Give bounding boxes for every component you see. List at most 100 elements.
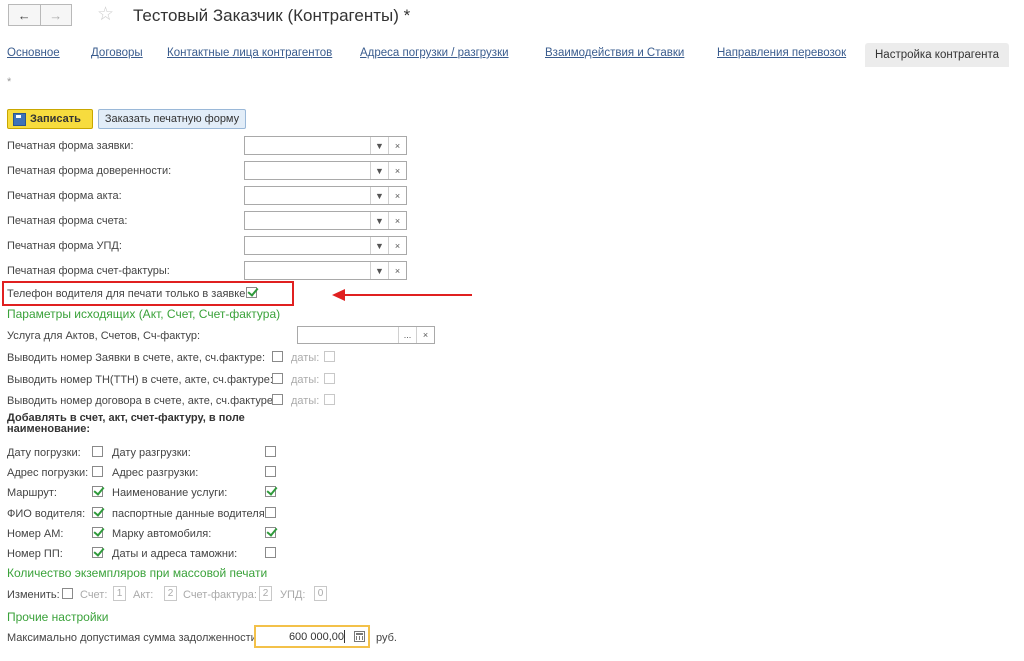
add-driver-name-label: ФИО водителя: [7, 508, 86, 520]
add-unloading-address-checkbox[interactable] [265, 466, 276, 477]
tab-interactions[interactable]: Взаимодействия и Ставки [545, 47, 684, 59]
max-debt-field[interactable]: 600 000,00 [254, 625, 370, 648]
copies-sf-field[interactable]: 2 [259, 586, 272, 601]
outgoing-request-date-checkbox[interactable] [324, 351, 335, 362]
add-unloading-address-label: Адрес разгрузки: [112, 467, 199, 479]
outgoing-waybill-date-label: даты: [291, 374, 320, 386]
nav-buttons: ← → [8, 4, 72, 26]
chevron-down-icon[interactable]: ▼ [370, 237, 388, 254]
service-field[interactable]: ... × [297, 326, 435, 344]
add-loading-date-label: Дату погрузки: [7, 447, 81, 459]
text-cursor [344, 630, 345, 643]
add-vehicle-brand-label: Марку автомобиля: [112, 528, 212, 540]
tab-contacts[interactable]: Контактные лица контрагентов [167, 47, 332, 59]
clear-icon[interactable]: × [388, 212, 406, 229]
add-service-name-checkbox[interactable] [265, 486, 276, 497]
chevron-down-icon[interactable]: ▼ [370, 162, 388, 179]
add-vehicle-number-checkbox[interactable] [92, 527, 103, 538]
add-unloading-date-label: Дату разгрузки: [112, 447, 191, 459]
outgoing-waybill-number-checkbox[interactable] [272, 373, 283, 384]
print-form-invoice-label: Печатная форма счета: [7, 215, 128, 227]
copies-act-field[interactable]: 2 [164, 586, 177, 601]
chevron-down-icon[interactable]: ▼ [370, 212, 388, 229]
order-print-form-button[interactable]: Заказать печатную форму [98, 109, 246, 129]
save-button-label: Записать [30, 113, 81, 125]
print-form-act-field[interactable]: ▼ × [244, 186, 407, 205]
add-vehicle-brand-checkbox[interactable] [265, 527, 276, 538]
copies-upd-label: УПД: [280, 589, 306, 601]
add-driver-name-checkbox[interactable] [92, 507, 103, 518]
outgoing-contract-number-label: Выводить номер договора в счете, акте, с… [7, 395, 277, 407]
copies-invoice-field[interactable]: 1 [113, 586, 126, 601]
add-customs-label: Даты и адреса таможни: [112, 548, 238, 560]
print-form-request-field[interactable]: ▼ × [244, 136, 407, 155]
outgoing-waybill-date-checkbox[interactable] [324, 373, 335, 384]
clear-icon[interactable]: × [388, 137, 406, 154]
copies-upd-field[interactable]: 0 [314, 586, 327, 601]
arrow-left-icon [332, 289, 345, 301]
other-section-title: Прочие настройки [7, 610, 109, 624]
add-route-label: Маршрут: [7, 487, 57, 499]
chevron-down-icon[interactable]: ▼ [370, 262, 388, 279]
clear-icon[interactable]: × [416, 327, 434, 343]
outgoing-request-date-label: даты: [291, 352, 320, 364]
copies-section-title: Количество экземпляров при массовой печа… [7, 566, 268, 580]
print-form-upd-label: Печатная форма УПД: [7, 240, 122, 252]
tab-counterparty-settings[interactable]: Настройка контрагента [865, 43, 1009, 67]
select-dots-icon[interactable]: ... [398, 327, 416, 343]
forward-arrow-icon[interactable]: → [40, 4, 72, 26]
print-form-act-label: Печатная форма акта: [7, 190, 122, 202]
tab-addresses[interactable]: Адреса погрузки / разгрузки [360, 47, 509, 59]
save-button[interactable]: Записать [7, 109, 93, 129]
add-loading-date-checkbox[interactable] [92, 446, 103, 457]
add-customs-checkbox[interactable] [265, 547, 276, 558]
clear-icon[interactable]: × [388, 162, 406, 179]
print-form-invoice-factura-field[interactable]: ▼ × [244, 261, 407, 280]
add-payment-order-checkbox[interactable] [92, 547, 103, 558]
tab-bar: Основное Договоры Контактные лица контра… [0, 43, 1024, 67]
max-debt-label: Максимально допустимая сумма задолженнос… [7, 632, 260, 644]
tab-main[interactable]: Основное [7, 47, 60, 59]
copies-change-checkbox[interactable] [62, 588, 73, 599]
print-form-request-label: Печатная форма заявки: [7, 140, 134, 152]
favorite-star-icon[interactable]: ☆ [97, 5, 114, 25]
print-form-power-of-attorney-label: Печатная форма доверенности: [7, 165, 172, 177]
service-label: Услуга для Актов, Счетов, Сч-фактур: [7, 330, 201, 342]
add-to-title-line2: наименование: [7, 423, 91, 435]
outgoing-contract-date-label: даты: [291, 395, 320, 407]
annotation-arrow [344, 294, 472, 296]
calculator-icon[interactable] [354, 631, 365, 642]
add-route-checkbox[interactable] [92, 486, 103, 497]
copies-sf-label: Счет-фактура: [183, 589, 257, 601]
driver-phone-checkbox[interactable] [246, 287, 257, 298]
copies-act-label: Акт: [133, 589, 154, 601]
print-form-upd-field[interactable]: ▼ × [244, 236, 407, 255]
add-loading-address-checkbox[interactable] [92, 466, 103, 477]
add-service-name-label: Наименование услуги: [112, 487, 228, 499]
add-driver-passport-label: паспортные данные водителя: [112, 508, 268, 520]
tab-contracts[interactable]: Договоры [91, 47, 143, 59]
outgoing-waybill-number-label: Выводить номер ТН(ТТН) в счете, акте, сч… [7, 374, 273, 386]
add-vehicle-number-label: Номер АМ: [7, 528, 64, 540]
outgoing-request-number-checkbox[interactable] [272, 351, 283, 362]
copies-change-label: Изменить: [7, 589, 60, 601]
copies-invoice-label: Счет: [80, 589, 108, 601]
add-driver-passport-checkbox[interactable] [265, 507, 276, 518]
clear-icon[interactable]: × [388, 262, 406, 279]
clear-icon[interactable]: × [388, 187, 406, 204]
print-form-invoice-field[interactable]: ▼ × [244, 211, 407, 230]
chevron-down-icon[interactable]: ▼ [370, 137, 388, 154]
add-loading-address-label: Адрес погрузки: [7, 467, 89, 479]
back-arrow-icon[interactable]: ← [8, 4, 41, 26]
add-payment-order-label: Номер ПП: [7, 548, 63, 560]
tab-directions[interactable]: Направления перевозок [717, 47, 846, 59]
outgoing-contract-number-checkbox[interactable] [272, 394, 283, 405]
outgoing-contract-date-checkbox[interactable] [324, 394, 335, 405]
chevron-down-icon[interactable]: ▼ [370, 187, 388, 204]
print-form-power-of-attorney-field[interactable]: ▼ × [244, 161, 407, 180]
floppy-disk-icon [13, 112, 26, 126]
clear-icon[interactable]: × [388, 237, 406, 254]
page-title: Тестовый Заказчик (Контрагенты) * [133, 6, 411, 25]
driver-phone-label: Телефон водителя для печати только в зая… [7, 288, 249, 300]
add-unloading-date-checkbox[interactable] [265, 446, 276, 457]
